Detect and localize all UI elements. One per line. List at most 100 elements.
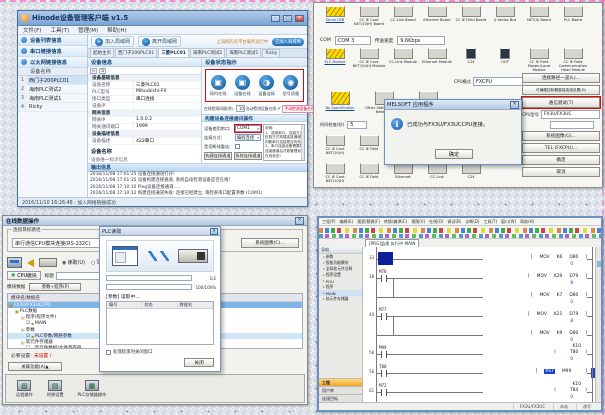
com-port-select[interactable]: COM1 ▾	[235, 125, 261, 132]
menu-item[interactable]: 诊断(D)	[465, 219, 479, 225]
close-button[interactable]: ✕	[295, 15, 304, 22]
menu-item[interactable]: 工具(T)	[483, 219, 497, 225]
communication-test-button[interactable]: 通信测试(T)	[522, 97, 600, 108]
network-icon-cell[interactable]: CC IE Cont NET/10(H)	[318, 135, 352, 155]
sidebar-section[interactable]: 以太网链接信息	[18, 57, 87, 68]
operation-radio[interactable]: ◉ 读取(U)	[62, 259, 85, 266]
quick-function-item[interactable]: ▦ PLC存储器操作	[78, 380, 107, 398]
ladder-rung[interactable]: 44 M77 MOV K21 D79 8	[363, 304, 595, 323]
leave-lan-button[interactable]: - 离开局域网	[138, 36, 181, 47]
sidebar-section[interactable]: 串口链接信息	[18, 46, 87, 57]
module-icon-cell[interactable]: Serial USB	[318, 6, 352, 26]
time-check-input[interactable]: 5	[347, 121, 367, 129]
module-icon-cell[interactable]: CC IE Field Master/Local Module	[522, 48, 556, 73]
manual-check-button[interactable]: 手动检测设备在线	[282, 105, 316, 113]
menu-item[interactable]: 帮助(H)	[107, 26, 126, 34]
device-tab[interactable]: 三菱PLC01	[158, 48, 189, 57]
tree-checkbox[interactable]: ☐	[26, 346, 30, 349]
station-icon-cell[interactable]: No Specification	[318, 91, 362, 114]
module-icon-cell[interactable]: C24	[454, 48, 488, 73]
instruction[interactable]: MOV K29 D79 8	[483, 274, 587, 279]
build-channel-button[interactable]: 构建连接通道	[204, 152, 232, 160]
plc-read-close-button[interactable]: 关闭	[184, 358, 214, 367]
nav-view-button[interactable]: 用户库	[319, 386, 362, 394]
property-row[interactable]: PLC型号 Mitsubishi-FX	[88, 89, 201, 96]
conn-mode-select[interactable]: 编程连接 ▾	[235, 134, 261, 141]
contact-symbol[interactable]	[378, 252, 393, 265]
module-icon-cell[interactable]: PLC Board	[556, 6, 590, 26]
speed-select[interactable]: 9.6Kbps	[397, 36, 445, 45]
nav-view-button[interactable]: 连接目标	[319, 394, 362, 402]
property-row[interactable]: 网关信息	[88, 110, 201, 117]
module-icon-cell[interactable]: CC IE Cont NET/10(H) Module	[352, 48, 386, 73]
interval-input[interactable]: 10	[236, 105, 245, 112]
network-icon-cell[interactable]: C24	[454, 163, 488, 183]
contact-symbol[interactable]	[381, 370, 387, 377]
property-row[interactable]: 接口类型 串口连接	[88, 96, 201, 103]
related-functions-button[interactable]: 关联功能(A)▲	[8, 362, 62, 371]
device-tab[interactable]: Ricky	[262, 49, 280, 57]
device-list-row[interactable]: 1 西门子200PLC01	[18, 76, 87, 85]
ladder-rung[interactable]: 61 M72 K10 T84 0	[363, 380, 595, 399]
property-row[interactable]: 网关IP 1.0.0.2	[88, 117, 201, 124]
menu-item[interactable]: 在线(O)	[429, 219, 443, 225]
network-icon-cell[interactable]: Ethernet	[386, 163, 420, 183]
network-icon-cell[interactable]: CC IE Field	[352, 163, 386, 183]
melsoft-titlebar[interactable]: MELSOFT 应用程序 ✕	[385, 100, 521, 110]
network-icon-cell[interactable]: CC IE Field	[352, 135, 386, 155]
network-icon-cell[interactable]: CC-Link	[420, 163, 454, 183]
reconnect-checkbox[interactable]	[235, 144, 240, 149]
ladder-rung[interactable]: MOV K9 D80 0	[363, 323, 595, 342]
remove-channel-button[interactable]: 拆除连接通道	[234, 152, 262, 160]
device-tab[interactable]: 海南PLC测试2	[190, 48, 225, 57]
document-tab[interactable]: [PRG]监视 执行中 MAIN	[365, 239, 419, 247]
device-tab[interactable]: 海南PLC测试1	[226, 48, 261, 57]
close-icon[interactable]: ✕	[510, 101, 519, 109]
instruction[interactable]: MOV K6 D80 0	[483, 255, 587, 260]
module-icon-cell[interactable]: CC IE Field Board	[454, 6, 488, 26]
hinode-titlebar[interactable]: Hinode设备管理客户端 v1.5 – ▢ ✕	[18, 11, 307, 26]
nav-tree-item[interactable]: ▸ 软元件存储器	[319, 296, 362, 302]
ladder-editor[interactable]: 33 MOV K6 D80 0 38	[363, 247, 595, 402]
ok-button[interactable]: 确定	[522, 155, 600, 165]
menu-item[interactable]: 调试(B)	[447, 219, 461, 225]
melsoft-ok-button[interactable]: 确定	[435, 149, 473, 159]
menu-item[interactable]: 帮助(H)	[520, 219, 534, 225]
system-image-button[interactable]: 系统图像(G)...	[522, 131, 600, 141]
module-icon-cell[interactable]: CC-Link Module	[386, 48, 420, 73]
menu-item[interactable]: 转换/编译(C)	[384, 219, 407, 225]
cancel-button[interactable]: 取消	[522, 167, 600, 177]
close-icon[interactable]: ✕	[210, 228, 218, 235]
menu-item[interactable]: 文件(F)	[23, 26, 41, 34]
module-icon-cell[interactable]: Ethernet Board	[420, 6, 454, 26]
instruction[interactable]: K10 T84 0	[483, 388, 587, 393]
gxworks-toolbar[interactable]	[319, 226, 601, 239]
module-icon-cell[interactable]: NET(II) Board	[522, 6, 556, 26]
property-row[interactable]: 设备基础信息	[88, 75, 201, 82]
device-list-row[interactable]: 2 海南PLC测试2	[18, 85, 87, 94]
menu-item[interactable]: 搜索/替换(F)	[357, 219, 380, 225]
instruction[interactable]: MOV K7 D80 0	[483, 293, 587, 298]
module-icon-cell[interactable]: CC IE Field Communication Head Module	[556, 48, 590, 73]
close-icon[interactable]: ✕	[295, 217, 304, 225]
connection-path-list-button[interactable]: 连接路径一览(L)...	[522, 73, 600, 83]
property-row[interactable]: 设备描述信息	[88, 131, 201, 138]
module-icon-cell[interactable]: CC-Link Board	[386, 6, 420, 26]
ladder-rung[interactable]: 50 M99 K10 T80 0	[363, 342, 595, 361]
maximize-button[interactable]: ▢	[283, 15, 292, 22]
instruction[interactable]: K10 T80 0	[483, 350, 587, 355]
online-data-titlebar[interactable]: 在线数据操作 ✕	[3, 216, 307, 226]
module-icon-cell[interactable]: PLC Module	[318, 48, 352, 73]
categorize-icon[interactable]: ≡	[90, 68, 97, 74]
device-tab[interactable]: 西门子200PLC01	[115, 48, 157, 57]
network-icon-cell[interactable]: CC IE Cont NET/10(H)	[318, 163, 352, 183]
vertical-scrollbar[interactable]	[595, 247, 601, 402]
contact-symbol[interactable]	[381, 389, 387, 396]
menu-item[interactable]: 视图(V)	[411, 219, 425, 225]
instruction[interactable]: MOV K21 D79 8	[483, 312, 587, 317]
ladder-rung[interactable]: 33 MOV K6 D80 0	[363, 247, 595, 266]
quick-function-item[interactable]: ▤ 时钟设置	[47, 380, 64, 398]
instruction[interactable]: RST M99	[483, 369, 587, 374]
sidebar-section[interactable]: 设备列表信息	[18, 35, 87, 46]
instruction[interactable]: MOV K9 D80 0	[483, 331, 587, 336]
